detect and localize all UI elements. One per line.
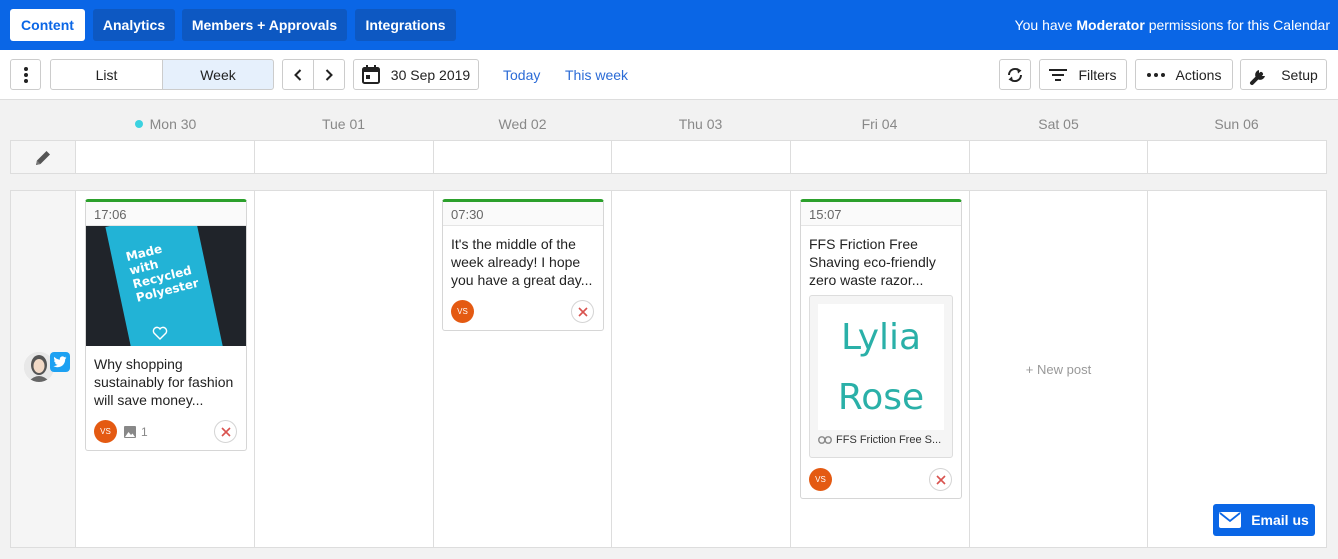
- profile-gutter: [11, 191, 76, 547]
- column-divider: [611, 141, 612, 173]
- author-avatar: VS: [94, 420, 117, 443]
- actions-label: Actions: [1175, 66, 1222, 83]
- email-us-button[interactable]: Email us: [1213, 504, 1315, 536]
- delete-post-button[interactable]: [571, 300, 594, 323]
- setup-button[interactable]: Setup: [1240, 59, 1327, 90]
- author-avatar: VS: [451, 300, 474, 323]
- twitter-icon: [50, 352, 70, 372]
- chevron-left-icon: [294, 68, 302, 81]
- delete-post-button[interactable]: [929, 468, 952, 491]
- envelope-icon: [1219, 512, 1242, 528]
- this-week-link[interactable]: This week: [565, 67, 628, 83]
- kebab-icon: [23, 66, 28, 83]
- post-card-wed[interactable]: 07:30 It's the middle of the week alread…: [442, 199, 604, 331]
- post-text: Why shopping sustainably for fashion wil…: [94, 356, 234, 408]
- actions-button[interactable]: Actions: [1135, 59, 1233, 90]
- tab-content[interactable]: Content: [10, 9, 85, 41]
- notes-row-gutter[interactable]: [11, 141, 76, 173]
- column-divider: [790, 141, 791, 173]
- link-preview-image: Lylia Rose: [818, 304, 944, 430]
- more-horizontal-icon: [1146, 72, 1165, 77]
- view-week-button[interactable]: Week: [162, 59, 274, 90]
- image-icon: [124, 426, 136, 438]
- refresh-button[interactable]: [999, 59, 1031, 90]
- delete-post-button[interactable]: [214, 420, 237, 443]
- link-preview-label: FFS Friction Free S...: [818, 434, 941, 446]
- posts-row: 17:06 Made with Recycled Polyester Why s…: [10, 190, 1327, 548]
- tab-members-approvals[interactable]: Members + Approvals: [182, 9, 347, 41]
- day-header-fri: Fri 04: [861, 116, 898, 132]
- today-link[interactable]: Today: [503, 67, 540, 83]
- close-icon: [577, 306, 588, 317]
- setup-label: Setup: [1281, 66, 1318, 83]
- author-avatar: VS: [809, 468, 832, 491]
- close-icon: [935, 474, 946, 485]
- wrench-icon: [1249, 64, 1271, 86]
- close-icon: [220, 426, 231, 437]
- day-header-wed: Wed 02: [498, 116, 547, 132]
- day-header-sat: Sat 05: [1038, 116, 1079, 132]
- day-header-sun: Sun 06: [1214, 116, 1259, 132]
- calendar-icon: [361, 65, 380, 84]
- chevron-right-icon: [325, 68, 333, 81]
- post-time: 07:30: [443, 202, 603, 226]
- day-header-tue: Tue 01: [321, 116, 366, 132]
- tab-integrations[interactable]: Integrations: [355, 9, 456, 41]
- column-divider: [254, 191, 255, 547]
- link-icon: [818, 436, 832, 444]
- column-divider: [969, 141, 970, 173]
- post-time: 17:06: [86, 202, 246, 226]
- today-indicator-dot: [134, 120, 143, 128]
- post-image[interactable]: Made with Recycled Polyester: [86, 226, 246, 346]
- view-list-button[interactable]: List: [50, 59, 163, 90]
- top-nav-bar: Content Analytics Members + Approvals In…: [0, 0, 1338, 50]
- permission-notice: You have Moderator permissions for this …: [1014, 17, 1330, 33]
- column-divider: [1147, 191, 1148, 547]
- new-post-button[interactable]: + New post: [970, 191, 1147, 547]
- column-divider: [433, 141, 434, 173]
- email-us-label: Email us: [1251, 512, 1309, 528]
- heart-icon: [152, 326, 168, 340]
- post-text: It's the middle of the week already! I h…: [451, 236, 593, 288]
- post-text: FFS Friction Free Shaving eco-friendly z…: [809, 236, 936, 288]
- notes-row: [10, 140, 1327, 174]
- current-date-label: 30 Sep 2019: [390, 66, 471, 83]
- filter-icon: [1049, 68, 1068, 81]
- post-card-fri[interactable]: 15:07 FFS Friction Free Shaving eco-frie…: [800, 199, 962, 499]
- day-header-thu: Thu 03: [678, 116, 723, 132]
- column-divider: [1147, 141, 1148, 173]
- filters-label: Filters: [1078, 66, 1117, 83]
- link-preview[interactable]: Lylia Rose FFS Friction Free S...: [809, 295, 953, 458]
- post-time: 15:07: [801, 202, 961, 226]
- tab-analytics[interactable]: Analytics: [93, 9, 175, 41]
- image-count: 1: [141, 425, 148, 439]
- previous-week-button[interactable]: [282, 59, 314, 90]
- date-picker-button[interactable]: 30 Sep 2019: [353, 59, 479, 90]
- filters-button[interactable]: Filters: [1039, 59, 1127, 90]
- day-header-mon: Mon 30: [76, 116, 255, 132]
- more-menu-button[interactable]: [10, 59, 41, 90]
- calendar-toolbar: List Week 30 Sep 2019 Today This week Fi…: [0, 50, 1338, 100]
- column-divider: [254, 141, 255, 173]
- column-divider: [611, 191, 612, 547]
- post-card-mon[interactable]: 17:06 Made with Recycled Polyester Why s…: [85, 199, 247, 451]
- column-divider: [790, 191, 791, 547]
- next-week-button[interactable]: [313, 59, 345, 90]
- pencil-icon[interactable]: [34, 149, 52, 167]
- sync-icon: [1006, 66, 1024, 84]
- column-divider: [433, 191, 434, 547]
